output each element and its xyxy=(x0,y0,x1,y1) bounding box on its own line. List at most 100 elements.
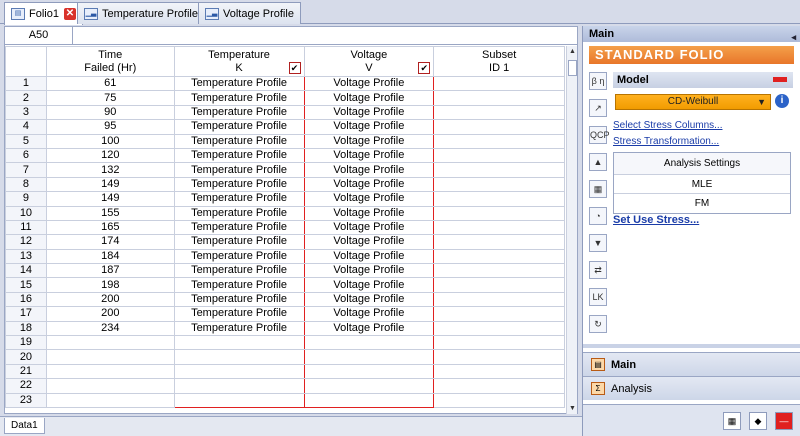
column-header-subset[interactable]: Subset ID 1 xyxy=(433,46,565,77)
temperature-cell[interactable]: Temperature Profile xyxy=(173,147,305,164)
row-number[interactable]: 20 xyxy=(5,349,47,365)
ranking-method-setting[interactable]: FM xyxy=(614,194,790,213)
temperature-cell[interactable] xyxy=(173,349,305,365)
row-number[interactable]: 19 xyxy=(5,335,47,351)
voltage-cell[interactable]: Voltage Profile xyxy=(303,133,435,149)
voltage-cell[interactable] xyxy=(303,392,435,408)
temperature-cell[interactable]: Temperature Profile xyxy=(173,277,305,293)
voltage-cell[interactable]: Voltage Profile xyxy=(303,248,435,265)
subset-cell[interactable] xyxy=(433,335,565,351)
analysis-method-setting[interactable]: MLE xyxy=(614,175,790,194)
table-icon[interactable]: ▦ xyxy=(589,180,607,198)
scroll-down-icon[interactable]: ▼ xyxy=(567,403,578,414)
row-number[interactable]: 18 xyxy=(5,320,47,337)
time-cell[interactable]: 149 xyxy=(45,176,175,193)
voltage-cell[interactable]: Voltage Profile xyxy=(303,234,435,250)
pin-icon[interactable]: ◂ xyxy=(791,29,796,45)
row-number[interactable]: 10 xyxy=(5,205,47,221)
subset-cell[interactable] xyxy=(433,104,565,121)
voltage-cell[interactable]: Voltage Profile xyxy=(303,263,435,279)
time-cell[interactable] xyxy=(45,349,175,365)
collapse-icon[interactable] xyxy=(773,77,787,82)
row-number[interactable]: 1 xyxy=(5,75,47,92)
row-number[interactable]: 13 xyxy=(5,248,47,265)
time-cell[interactable]: 184 xyxy=(45,248,175,265)
temperature-cell[interactable]: Temperature Profile xyxy=(173,306,305,322)
row-number[interactable]: 23 xyxy=(5,392,47,408)
time-cell[interactable]: 165 xyxy=(45,219,175,236)
row-number[interactable]: 22 xyxy=(5,378,47,394)
subset-cell[interactable] xyxy=(433,219,565,236)
tab-folio1[interactable]: ▤ Folio1 ✕ xyxy=(4,2,83,25)
subset-cell[interactable] xyxy=(433,363,565,380)
voltage-cell[interactable] xyxy=(303,378,435,394)
time-cell[interactable]: 95 xyxy=(45,119,175,135)
subset-cell[interactable] xyxy=(433,147,565,164)
scroll-thumb[interactable] xyxy=(568,60,577,76)
probability-plot-icon[interactable]: ↗ xyxy=(589,99,607,117)
temperature-cell[interactable]: Temperature Profile xyxy=(173,133,305,149)
lk-icon[interactable]: LK xyxy=(589,288,607,306)
row-number[interactable]: 7 xyxy=(5,162,47,178)
temperature-cell[interactable]: Temperature Profile xyxy=(173,75,305,92)
sheet-tab-data1[interactable]: Data1 xyxy=(4,418,45,434)
voltage-cell[interactable]: Voltage Profile xyxy=(303,277,435,293)
temperature-cell[interactable]: Temperature Profile xyxy=(173,291,305,308)
subset-cell[interactable] xyxy=(433,277,565,293)
row-number[interactable]: 15 xyxy=(5,277,47,293)
row-number[interactable]: 4 xyxy=(5,119,47,135)
calculate-icon[interactable]: ▦ xyxy=(723,412,741,430)
temperature-cell[interactable]: Temperature Profile xyxy=(173,119,305,135)
subset-cell[interactable] xyxy=(433,320,565,337)
qcp-icon[interactable]: QCP xyxy=(589,126,610,144)
voltage-cell[interactable]: Voltage Profile xyxy=(303,75,435,92)
time-cell[interactable]: 187 xyxy=(45,263,175,279)
time-cell[interactable]: 200 xyxy=(45,306,175,322)
time-cell[interactable] xyxy=(45,378,175,394)
select-stress-columns-link[interactable]: Select Stress Columns... xyxy=(613,120,722,131)
vertical-scrollbar[interactable]: ▲ ▼ xyxy=(566,46,577,414)
voltage-cell[interactable]: Voltage Profile xyxy=(303,162,435,178)
row-number[interactable]: 6 xyxy=(5,147,47,164)
model-dropdown[interactable]: CD-Weibull ▼ xyxy=(615,94,771,110)
subset-cell[interactable] xyxy=(433,133,565,149)
time-cell[interactable] xyxy=(45,363,175,380)
subset-cell[interactable] xyxy=(433,248,565,265)
info-icon[interactable]: i xyxy=(775,94,789,108)
temperature-cell[interactable]: Temperature Profile xyxy=(173,162,305,178)
stress-transformation-link[interactable]: Stress Transformation... xyxy=(613,136,719,147)
subset-cell[interactable] xyxy=(433,205,565,221)
temperature-cell[interactable]: Temperature Profile xyxy=(173,176,305,193)
voltage-cell[interactable]: Voltage Profile xyxy=(303,104,435,121)
gauge-icon[interactable]: ◔ xyxy=(589,207,607,225)
time-cell[interactable]: 200 xyxy=(45,291,175,308)
tab-temperature-profile[interactable]: ▁▃ Temperature Profile xyxy=(77,2,205,24)
subset-cell[interactable] xyxy=(433,349,565,365)
filter-icon[interactable]: ▼ xyxy=(589,234,607,252)
temperature-cell[interactable]: Temperature Profile xyxy=(173,320,305,337)
voltage-cell[interactable] xyxy=(303,363,435,380)
temperature-cell[interactable]: Temperature Profile xyxy=(173,104,305,121)
plot-icon[interactable]: ◆ xyxy=(749,412,767,430)
row-number[interactable]: 14 xyxy=(5,263,47,279)
temperature-cell[interactable] xyxy=(173,363,305,380)
temperature-cell[interactable]: Temperature Profile xyxy=(173,90,305,106)
time-cell[interactable]: 234 xyxy=(45,320,175,337)
subset-cell[interactable] xyxy=(433,191,565,207)
voltage-cell[interactable] xyxy=(303,349,435,365)
voltage-cell[interactable]: Voltage Profile xyxy=(303,147,435,164)
time-cell[interactable]: 174 xyxy=(45,234,175,250)
row-number[interactable]: 11 xyxy=(5,219,47,236)
nav-main-button[interactable]: ▤ Main xyxy=(583,352,800,376)
subset-cell[interactable] xyxy=(433,392,565,408)
row-number[interactable]: 8 xyxy=(5,176,47,193)
voltage-cell[interactable]: Voltage Profile xyxy=(303,191,435,207)
time-cell[interactable]: 120 xyxy=(45,147,175,164)
subset-cell[interactable] xyxy=(433,119,565,135)
voltage-cell[interactable]: Voltage Profile xyxy=(303,119,435,135)
temperature-cell[interactable]: Temperature Profile xyxy=(173,219,305,236)
refresh-icon[interactable]: ↻ xyxy=(589,315,607,333)
time-cell[interactable]: 132 xyxy=(45,162,175,178)
voltage-cell[interactable]: Voltage Profile xyxy=(303,90,435,106)
column-header-temperature[interactable]: Temperature K ✔ xyxy=(173,46,305,77)
